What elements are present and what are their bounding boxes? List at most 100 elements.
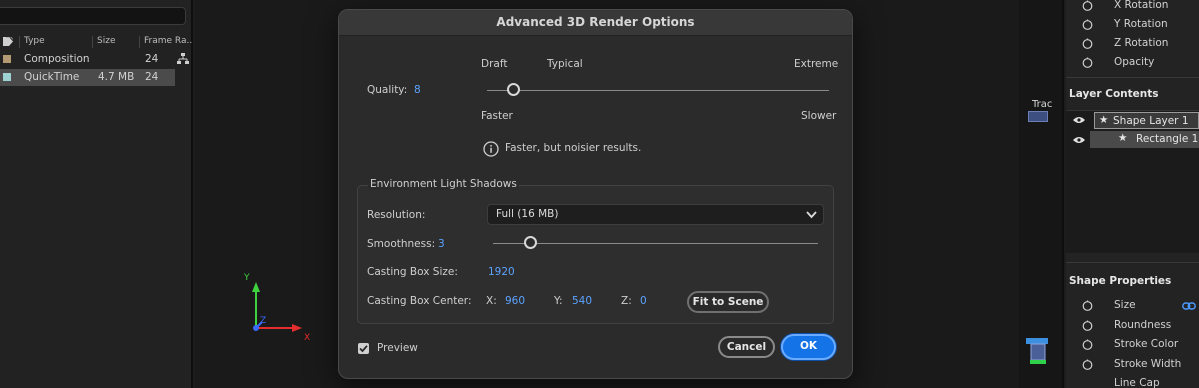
chevron-down-icon <box>806 211 817 219</box>
stopwatch-icon[interactable] <box>1082 0 1093 11</box>
quality-slower-label: Slower <box>801 110 837 122</box>
label-color-swatch[interactable] <box>3 73 11 81</box>
smoothness-slider-thumb[interactable] <box>524 236 538 249</box>
fit-to-scene-button[interactable]: Fit to Scene <box>687 291 769 313</box>
project-search-input[interactable] <box>0 7 186 25</box>
center-x-value[interactable]: 960 <box>505 295 525 307</box>
project-row-quicktime[interactable]: QuickTime 4.7 MB 24 <box>0 69 175 86</box>
axis-y-label: Y <box>243 273 250 283</box>
center-y-value[interactable]: 540 <box>572 295 592 307</box>
quality-draft-label: Draft <box>481 58 508 70</box>
column-size[interactable]: Size <box>97 36 115 46</box>
item-type: QuickTime <box>24 71 80 83</box>
quality-faster-label: Faster <box>481 110 513 122</box>
link-icon[interactable] <box>1182 302 1196 310</box>
quality-slider[interactable] <box>487 82 829 98</box>
prop-stroke-width[interactable]: Stroke Width <box>1066 356 1199 375</box>
preview-label[interactable]: Preview <box>377 342 418 354</box>
stopwatch-icon[interactable] <box>1082 57 1093 68</box>
layer-contents-title: Layer Contents <box>1069 88 1159 100</box>
quality-extreme-label: Extreme <box>794 58 839 70</box>
stopwatch-icon[interactable] <box>1082 359 1093 370</box>
layer-item-label: Shape Layer 1 <box>1113 115 1189 127</box>
flowchart-icon[interactable] <box>177 53 189 65</box>
column-type[interactable]: Type <box>24 36 45 46</box>
center-z-label: Z: <box>621 295 632 307</box>
ok-button[interactable]: OK <box>781 334 836 360</box>
divider <box>1066 77 1199 78</box>
layer-contents-list[interactable]: ★ Shape Layer 1 ★ Rectangle 1 <box>1066 110 1199 253</box>
center-x-label: X: <box>486 295 497 307</box>
resolution-select[interactable]: Full (16 MB) <box>487 204 824 225</box>
timeline-strip: Trac <box>1019 0 1064 388</box>
stopwatch-icon[interactable] <box>1082 320 1093 331</box>
layer-item-shape-layer[interactable]: ★ Shape Layer 1 <box>1094 112 1199 129</box>
layer-item-rectangle[interactable]: ★ Rectangle 1 <box>1090 131 1199 148</box>
quality-slider-track[interactable] <box>487 90 829 91</box>
label-tag-icon[interactable] <box>3 37 13 46</box>
column-separator[interactable] <box>19 36 20 48</box>
prop-label: Y Rotation <box>1114 18 1168 30</box>
smoothness-label: Smoothness: <box>367 238 436 250</box>
dialog-title-bar[interactable]: Advanced 3D Render Options <box>339 10 852 36</box>
prop-opacity[interactable]: Opacity <box>1066 54 1199 73</box>
center-y-label: Y: <box>554 295 563 307</box>
prop-label: X Rotation <box>1114 0 1169 11</box>
resolution-label: Resolution: <box>367 209 426 221</box>
column-separator[interactable] <box>92 36 93 48</box>
smoothness-slider[interactable] <box>493 235 818 251</box>
3d-axes-gizmo-icon: Y Z X <box>243 273 310 343</box>
prop-label: Z Rotation <box>1114 37 1169 49</box>
prop-label: Line Cap <box>1114 377 1160 388</box>
quality-label: Quality: <box>367 84 408 96</box>
resolution-value: Full (16 MB) <box>496 208 559 220</box>
star-icon: ★ <box>1118 132 1128 144</box>
smoothness-value[interactable]: 3 <box>438 238 445 250</box>
quality-slider-thumb[interactable] <box>506 83 520 96</box>
preview-checkbox[interactable] <box>358 343 369 354</box>
quality-value[interactable]: 8 <box>414 84 421 96</box>
item-size: 4.7 MB <box>98 71 135 83</box>
divider <box>1066 262 1199 263</box>
center-z-value[interactable]: 0 <box>640 295 647 307</box>
info-icon <box>483 141 499 157</box>
eye-icon[interactable] <box>1073 116 1085 124</box>
prop-label: Opacity <box>1114 56 1155 68</box>
prop-roundness[interactable]: Roundness <box>1066 317 1199 336</box>
prop-label: Stroke Color <box>1114 338 1179 350</box>
prop-size[interactable]: Size <box>1066 297 1199 316</box>
layer-item-label: Rectangle 1 <box>1136 133 1199 145</box>
prop-line-cap[interactable]: Line Cap <box>1066 375 1199 388</box>
item-frame-rate: 24 <box>145 71 159 83</box>
star-icon: ★ <box>1099 114 1109 126</box>
project-column-header: Type Size Frame Ra.. <box>0 34 193 50</box>
dialog-title: Advanced 3D Render Options <box>496 15 695 29</box>
prop-stroke-color[interactable]: Stroke Color <box>1066 336 1199 355</box>
prop-x-rotation[interactable]: X Rotation <box>1066 0 1199 16</box>
label-color-swatch[interactable] <box>3 55 11 63</box>
prop-z-rotation[interactable]: Z Rotation <box>1066 35 1199 54</box>
stopwatch-icon[interactable] <box>1082 38 1093 49</box>
prop-y-rotation[interactable]: Y Rotation <box>1066 16 1199 35</box>
stopwatch-icon[interactable] <box>1082 339 1093 350</box>
item-type: Composition <box>24 53 90 65</box>
prop-label: Roundness <box>1114 319 1172 331</box>
cancel-button[interactable]: Cancel <box>718 336 775 358</box>
track-icon[interactable] <box>1028 111 1048 122</box>
column-separator[interactable] <box>139 36 140 48</box>
smoothness-slider-track[interactable] <box>493 243 818 244</box>
stopwatch-icon[interactable] <box>1082 19 1093 30</box>
axis-x-label: X <box>304 333 310 343</box>
quality-typical-label: Typical <box>547 58 583 70</box>
prop-label: Stroke Width <box>1114 358 1182 370</box>
project-row-composition[interactable]: Composition 24 <box>0 51 175 68</box>
stopwatch-icon[interactable] <box>1082 300 1093 311</box>
checkmark-icon <box>359 345 368 353</box>
track-keyframe-icon[interactable] <box>1022 338 1052 366</box>
column-frame-rate[interactable]: Frame Ra.. <box>144 36 192 46</box>
eye-icon[interactable] <box>1073 136 1085 144</box>
env-group-title: Environment Light Shadows <box>368 178 519 190</box>
prop-label: Size <box>1114 299 1136 311</box>
properties-panel: X Rotation Y Rotation Z Rotation Opacity… <box>1066 0 1199 388</box>
casting-box-size-value[interactable]: 1920 <box>488 266 515 278</box>
